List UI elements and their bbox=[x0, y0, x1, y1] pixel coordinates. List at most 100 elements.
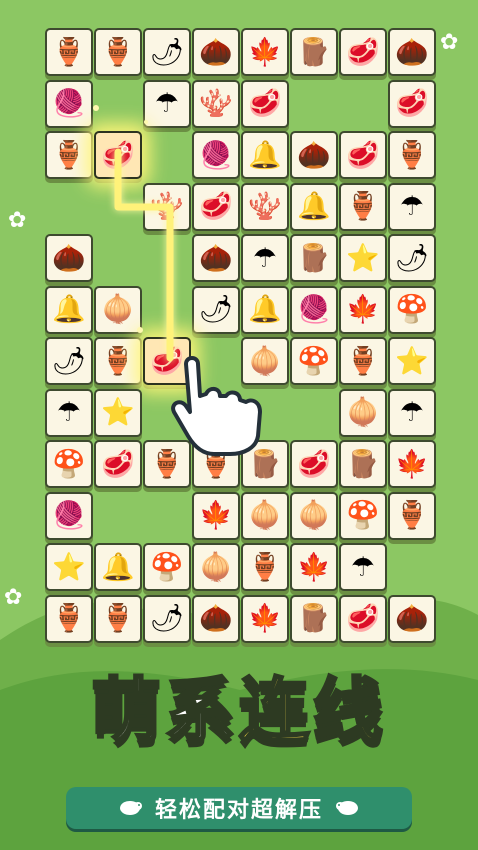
tile-pepper[interactable]: 🌶 bbox=[143, 28, 191, 76]
leaf-icon: 🍁 bbox=[199, 500, 233, 531]
tile-bell[interactable]: 🔔 bbox=[241, 285, 289, 334]
meat-icon: 🥩 bbox=[101, 448, 135, 480]
tile-meat[interactable]: 🥩 bbox=[339, 28, 387, 76]
sheep-icon bbox=[119, 801, 142, 815]
tile-yarn[interactable]: 🧶 bbox=[192, 131, 240, 179]
tile-acorn[interactable]: 🌰 bbox=[290, 131, 338, 179]
bell-icon: 🔔 bbox=[297, 191, 331, 222]
tile-pot[interactable]: 🏺 bbox=[241, 543, 289, 591]
tile-coral[interactable]: 🪸 bbox=[192, 79, 240, 128]
onion-icon: 🧅 bbox=[248, 500, 282, 531]
tile-onion[interactable]: 🧅 bbox=[94, 285, 142, 334]
tile-onion[interactable]: 🧅 bbox=[192, 543, 240, 591]
tile-coral[interactable]: 🪸 bbox=[143, 182, 191, 231]
tile-pot[interactable]: 🏺 bbox=[94, 28, 142, 76]
tile-star[interactable]: ⭐ bbox=[388, 337, 436, 385]
tile-leaf[interactable]: 🍁 bbox=[241, 594, 289, 643]
tile-pepper[interactable]: 🌶 bbox=[192, 285, 240, 334]
tile-umbrella[interactable]: ☂ bbox=[241, 234, 289, 282]
tile-pot[interactable]: 🏺 bbox=[339, 337, 387, 385]
mushroom-icon: 🍄 bbox=[395, 294, 429, 325]
tile-yarn[interactable]: 🧶 bbox=[45, 79, 93, 128]
tile-meat[interactable]: 🥩 bbox=[339, 131, 387, 179]
tile-acorn[interactable]: 🌰 bbox=[192, 28, 240, 76]
tile-leaf[interactable]: 🍁 bbox=[241, 28, 289, 76]
tile-pot[interactable]: 🏺 bbox=[45, 594, 93, 643]
tile-onion[interactable]: 🧅 bbox=[290, 491, 338, 540]
tile-acorn[interactable]: 🌰 bbox=[192, 234, 240, 282]
tile-bell[interactable]: 🔔 bbox=[241, 131, 289, 179]
tile-wood[interactable]: 🪵 bbox=[290, 594, 338, 643]
tile-onion[interactable]: 🧅 bbox=[339, 388, 387, 437]
tile-meat[interactable]: 🥩 bbox=[94, 440, 142, 488]
tile-pot[interactable]: 🏺 bbox=[94, 337, 142, 385]
tile-pepper[interactable]: 🌶 bbox=[45, 337, 93, 385]
tile-leaf[interactable]: 🍁 bbox=[388, 440, 436, 488]
tile-mushroom[interactable]: 🍄 bbox=[290, 337, 338, 385]
tile-pot[interactable]: 🏺 bbox=[192, 440, 240, 488]
wood-icon: 🪵 bbox=[297, 242, 331, 274]
tile-yarn[interactable]: 🧶 bbox=[290, 285, 338, 334]
tile-meat[interactable]: 🥩 bbox=[290, 440, 338, 488]
tile-mushroom[interactable]: 🍄 bbox=[339, 491, 387, 540]
tile-acorn[interactable]: 🌰 bbox=[45, 234, 93, 282]
tile-meat[interactable]: 🥩 bbox=[192, 182, 240, 231]
tile-bell[interactable]: 🔔 bbox=[290, 182, 338, 231]
tile-leaf[interactable]: 🍁 bbox=[290, 543, 338, 591]
pot-icon: 🏺 bbox=[52, 603, 86, 634]
tile-meat[interactable]: 🥩 bbox=[241, 79, 289, 128]
tile-mushroom[interactable]: 🍄 bbox=[388, 285, 436, 334]
game-title: 萌系连线 bbox=[0, 655, 478, 756]
tile-umbrella[interactable]: ☂ bbox=[143, 79, 191, 128]
tile-onion[interactable]: 🧅 bbox=[241, 491, 289, 540]
tile-onion[interactable]: 🧅 bbox=[241, 337, 289, 385]
tile-mushroom[interactable]: 🍄 bbox=[45, 440, 93, 488]
pot-icon: 🏺 bbox=[395, 500, 429, 531]
tile-wood[interactable]: 🪵 bbox=[290, 28, 338, 76]
tile-acorn[interactable]: 🌰 bbox=[192, 594, 240, 643]
tile-leaf[interactable]: 🍁 bbox=[339, 285, 387, 334]
tile-umbrella[interactable]: ☂ bbox=[388, 182, 436, 231]
tile-star[interactable]: ⭐ bbox=[94, 388, 142, 437]
tile-meat[interactable]: 🥩 bbox=[339, 594, 387, 643]
tile-pot[interactable]: 🏺 bbox=[388, 491, 436, 540]
mushroom-icon: 🍄 bbox=[150, 551, 184, 583]
tile-pepper[interactable]: 🌶 bbox=[143, 594, 191, 643]
tile-acorn[interactable]: 🌰 bbox=[388, 28, 436, 76]
tile-meat[interactable]: 🥩 bbox=[388, 79, 436, 128]
tile-star[interactable]: ⭐ bbox=[45, 543, 93, 591]
tile-pot[interactable]: 🏺 bbox=[388, 131, 436, 179]
pot-icon: 🏺 bbox=[101, 345, 135, 377]
tile-wood[interactable]: 🪵 bbox=[290, 234, 338, 282]
umbrella-icon: ☂ bbox=[56, 397, 82, 428]
tile-pot[interactable]: 🏺 bbox=[143, 440, 191, 488]
meat-icon: 🥩 bbox=[395, 88, 429, 119]
tile-acorn[interactable]: 🌰 bbox=[388, 594, 436, 643]
onion-icon: 🧅 bbox=[297, 500, 331, 531]
tile-pot[interactable]: 🏺 bbox=[94, 594, 142, 643]
umbrella-icon: ☂ bbox=[154, 88, 180, 119]
tile-umbrella[interactable]: ☂ bbox=[45, 388, 93, 437]
tile-star[interactable]: ⭐ bbox=[339, 234, 387, 282]
tile-umbrella[interactable]: ☂ bbox=[339, 543, 387, 591]
tile-umbrella[interactable]: ☂ bbox=[388, 388, 436, 437]
tile-pot[interactable]: 🏺 bbox=[45, 28, 93, 76]
tile-wood[interactable]: 🪵 bbox=[241, 440, 289, 488]
tile-bell[interactable]: 🔔 bbox=[45, 285, 93, 334]
tile-wood[interactable]: 🪵 bbox=[339, 440, 387, 488]
tile-bell[interactable]: 🔔 bbox=[94, 543, 142, 591]
wood-icon: 🪵 bbox=[346, 448, 380, 480]
tile-pepper[interactable]: 🌶 bbox=[388, 234, 436, 282]
pot-icon: 🏺 bbox=[101, 603, 135, 634]
tile-mushroom[interactable]: 🍄 bbox=[143, 543, 191, 591]
tile-yarn[interactable]: 🧶 bbox=[45, 491, 93, 540]
tile-leaf[interactable]: 🍁 bbox=[192, 491, 240, 540]
yarn-icon: 🧶 bbox=[297, 294, 331, 325]
mushroom-icon: 🍄 bbox=[52, 448, 86, 480]
tile-pot[interactable]: 🏺 bbox=[339, 182, 387, 231]
tile-coral[interactable]: 🪸 bbox=[241, 182, 289, 231]
yarn-icon: 🧶 bbox=[52, 500, 86, 531]
tile-meat[interactable]: 🥩 bbox=[143, 337, 191, 385]
tile-meat[interactable]: 🥩 bbox=[94, 131, 142, 179]
tile-pot[interactable]: 🏺 bbox=[45, 131, 93, 179]
